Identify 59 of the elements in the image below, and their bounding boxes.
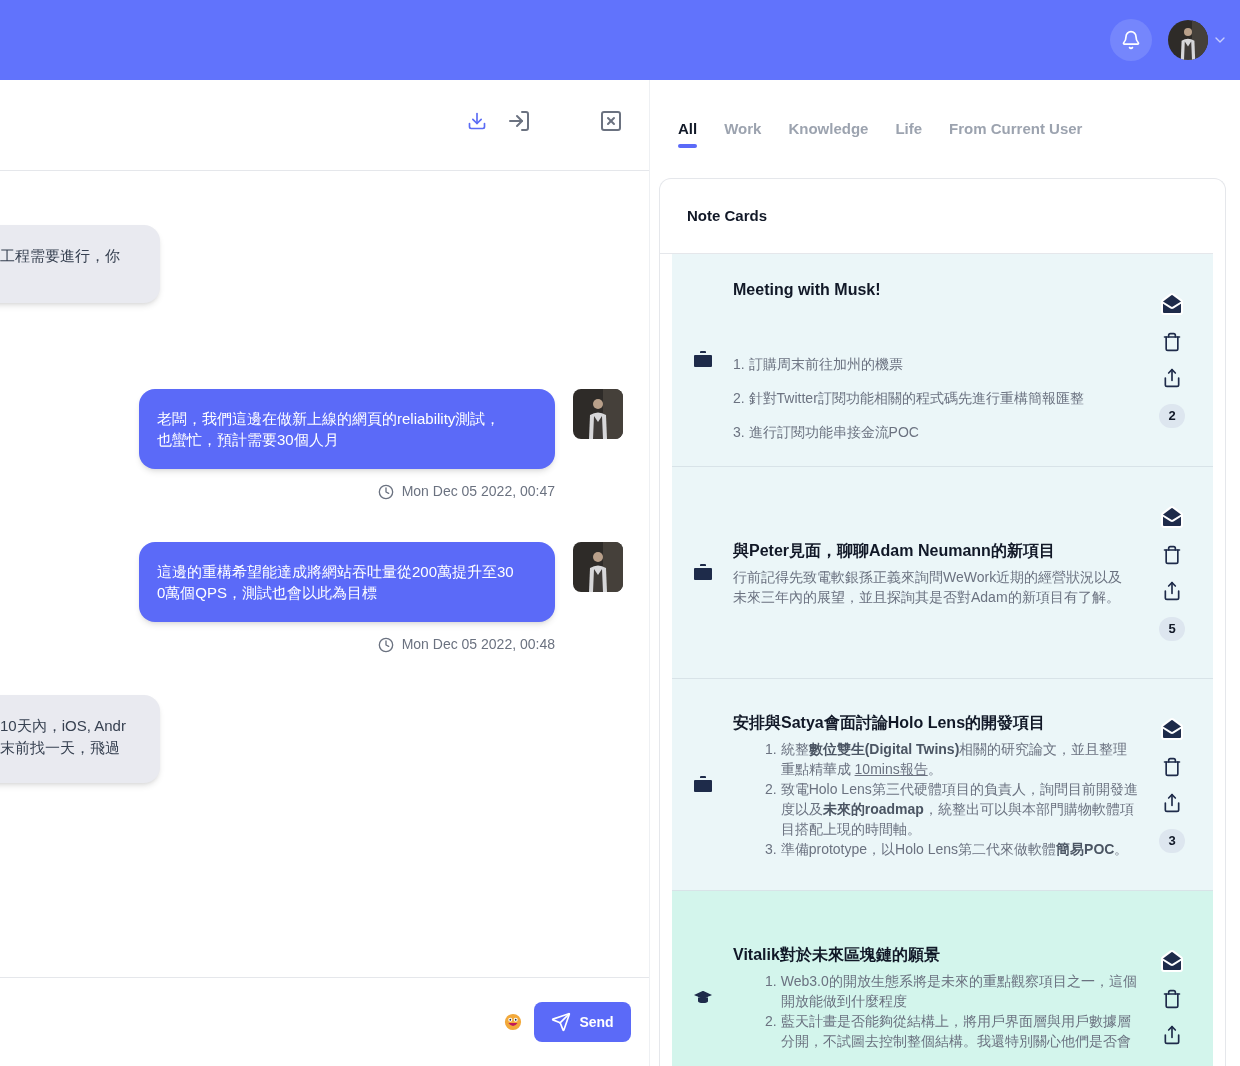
note-list-item: Web3.0的開放生態系將是未來的重點觀察項目之一，這個開放能做到什麼程度: [780, 971, 1138, 1011]
send-button[interactable]: Send: [534, 1002, 631, 1042]
close-icon[interactable]: [599, 109, 623, 133]
filter-tab[interactable]: Life: [895, 117, 923, 145]
list-number: 2.: [765, 779, 777, 799]
message-text: 末前找一天，飛過: [0, 738, 121, 758]
clock-icon: [377, 636, 394, 653]
note-title: 與Peter見面，聊聊Adam Neumann的新項目: [733, 540, 1056, 561]
note-list-item: 3. 進行訂閱功能串接金流POC: [733, 423, 920, 442]
note-list-item: 準備prototype，以Holo Lens第二代來做軟體簡易POC。: [780, 839, 1129, 859]
filter-tab[interactable]: Knowledge: [788, 117, 869, 145]
list-number: 1.: [765, 739, 777, 759]
message-text: 也蠻忙，預計需要30個人月: [157, 430, 340, 450]
clock-icon: [377, 483, 394, 500]
note-title: Meeting with Musk!: [733, 280, 882, 300]
bell-icon: [1121, 30, 1141, 50]
list-number: 1.: [765, 971, 777, 991]
delete-icon[interactable]: [1162, 544, 1182, 565]
notification-button[interactable]: [1110, 19, 1152, 61]
message-text: 老闆，我們這邊在做新上線的網頁的reliability測試，: [157, 409, 502, 429]
message-text: 10天內，iOS, Andr: [0, 716, 127, 736]
message-time: Mon Dec 05 2022, 00:48: [401, 635, 555, 654]
message-text: 0萬個QPS，測試也會以此為目標: [157, 583, 379, 603]
import-icon[interactable]: [507, 109, 531, 133]
share-icon[interactable]: [1162, 368, 1182, 388]
note-text: 行前記得先致電軟銀孫正義來詢問WeWork近期的經營狀況以及未來三年內的展望，並且探詢其是否對Adam的新項目有了解。: [733, 567, 1124, 607]
count-badge: 5: [1159, 616, 1185, 641]
count-badge: 3: [1159, 828, 1185, 853]
share-icon[interactable]: [1162, 580, 1182, 601]
message-text: 工程需要進行，你: [0, 246, 121, 266]
note-list-item: 致電Holo Lens第三代硬體項目的負責人，詢問目前開發進度以及未來的roadmap，統整出可以與本部門購物軟體項目搭配上現的時間軸。: [780, 779, 1139, 839]
note-list-item: 2. 針對Twitter訂閱功能相關的程式碼先進行重構簡報匯整: [733, 389, 1085, 408]
delete-icon[interactable]: [1162, 756, 1182, 777]
filter-tab[interactable]: From Current User: [949, 117, 1083, 145]
note-list-item: 藍天計畫是否能夠從結構上，將用戶界面層與用戶數據層分開，不試圖去控制整個結構。我還特別關心他們是否會: [780, 1011, 1132, 1051]
delete-icon[interactable]: [1162, 332, 1182, 352]
filter-tab[interactable]: All: [678, 117, 698, 145]
report-link[interactable]: 10mins報告: [854, 760, 928, 777]
emoji-icon[interactable]: [504, 1013, 522, 1031]
message-text: 這邊的重構希望能達成將網站吞吐量從200萬提升至30: [157, 562, 515, 582]
panel-title: Note Cards: [687, 205, 768, 226]
open-envelope-icon[interactable]: [1160, 292, 1184, 316]
note-title: 安排與Satya會面討論Holo Lens的開發項目: [733, 712, 1047, 733]
send-icon: [551, 1012, 572, 1032]
filter-tab[interactable]: Work: [724, 117, 762, 145]
count-badge: 2: [1159, 404, 1185, 428]
list-number: 3.: [765, 839, 777, 859]
note-list-item: 1. 訂購周末前往加州的機票: [733, 355, 904, 374]
note-title: Vitalik對於未來區塊鏈的願景: [733, 944, 941, 965]
delete-icon[interactable]: [1162, 988, 1182, 1009]
open-envelope-icon[interactable]: [1160, 948, 1184, 973]
note-list-item: 統整數位雙生(Digital Twins)相關的研究論文，並且整理重點精華成 10mins報告。: [780, 739, 1129, 779]
share-icon[interactable]: [1162, 792, 1182, 813]
download-icon[interactable]: [467, 111, 487, 131]
open-envelope-icon[interactable]: [1160, 716, 1184, 741]
open-envelope-icon[interactable]: [1160, 504, 1184, 529]
share-icon[interactable]: [1162, 1024, 1182, 1045]
list-number: 2.: [765, 1011, 777, 1031]
message-time: Mon Dec 05 2022, 00:47: [401, 482, 555, 501]
